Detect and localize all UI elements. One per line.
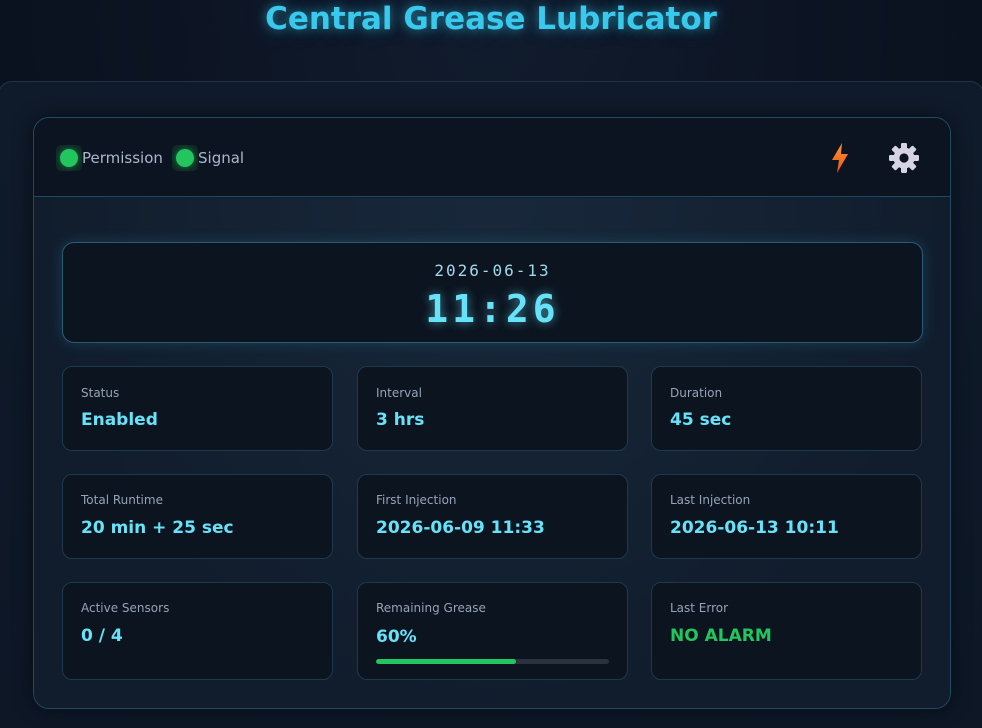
tile-value: 2026-06-13 10:11	[670, 518, 839, 538]
lightning-icon	[832, 143, 848, 173]
tile-total-runtime: Total Runtime 20 min + 25 sec	[62, 474, 333, 559]
tile-last-injection: Last Injection 2026-06-13 10:11	[651, 474, 922, 559]
tile-value: Enabled	[81, 410, 158, 430]
grease-progress-bar	[376, 659, 609, 664]
tile-remaining-grease: Remaining Grease 60%	[357, 582, 628, 680]
status-dot-icon	[60, 149, 78, 167]
signal-label: Signal	[198, 149, 245, 167]
card-body: 2026-06-13 11:26 Status Enabled Interval…	[34, 198, 950, 708]
tile-value: 2026-06-09 11:33	[376, 518, 545, 538]
permission-indicator: Permission	[56, 145, 163, 171]
tile-label: Status	[81, 386, 120, 400]
tile-value: 60%	[376, 627, 417, 647]
tile-label: Interval	[376, 386, 422, 400]
tile-active-sensors: Active Sensors 0 / 4	[62, 582, 333, 680]
tile-label: Duration	[670, 386, 723, 400]
status-dot-icon	[176, 149, 194, 167]
tile-label: Active Sensors	[81, 601, 170, 615]
tile-status: Status Enabled	[62, 366, 333, 451]
tile-first-injection: First Injection 2026-06-09 11:33	[357, 474, 628, 559]
tile-value: 3 hrs	[376, 410, 425, 430]
gear-icon	[889, 143, 919, 173]
lubricator-card: Permission Signal 2026-06-13 11:26 Statu…	[33, 117, 951, 709]
tile-value: 20 min + 25 sec	[81, 518, 234, 538]
clock-display: 2026-06-13 11:26	[62, 242, 923, 343]
tile-label: Last Injection	[670, 493, 751, 507]
tile-value: 45 sec	[670, 410, 732, 430]
tile-label: Total Runtime	[81, 493, 163, 507]
tile-label: First Injection	[376, 493, 457, 507]
grease-progress-fill	[376, 659, 516, 664]
page-title: Central Grease Lubricator	[265, 1, 717, 37]
tile-last-error: Last Error NO ALARM	[651, 582, 922, 680]
card-header: Permission Signal	[34, 118, 950, 197]
clock-date: 2026-06-13	[434, 261, 551, 280]
permission-label: Permission	[82, 149, 163, 167]
signal-indicator: Signal	[172, 145, 244, 171]
settings-button[interactable]	[886, 140, 922, 176]
clock-time: 11:26	[425, 287, 560, 331]
tile-interval: Interval 3 hrs	[357, 366, 628, 451]
power-button[interactable]	[822, 140, 858, 176]
tile-value: NO ALARM	[670, 626, 772, 646]
tile-value: 0 / 4	[81, 626, 123, 646]
tile-duration: Duration 45 sec	[651, 366, 922, 451]
tile-label: Last Error	[670, 601, 729, 615]
tile-label: Remaining Grease	[376, 601, 486, 615]
